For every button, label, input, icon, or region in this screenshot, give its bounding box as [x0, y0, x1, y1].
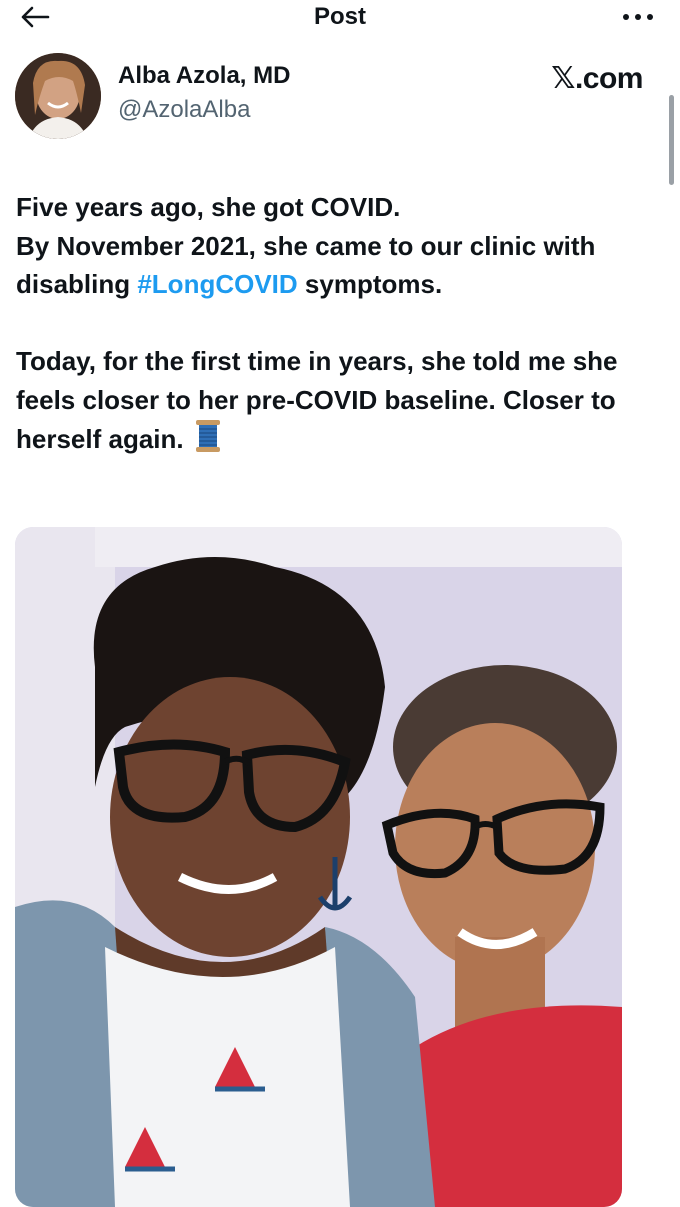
spool-of-thread-icon	[195, 419, 221, 464]
post-line-1: Five years ago, she got COVID.	[16, 192, 401, 222]
hashtag-link[interactable]: #LongCOVID	[137, 269, 297, 299]
avatar[interactable]	[15, 53, 101, 139]
post-photo[interactable]	[15, 527, 622, 1207]
post-para-2: Today, for the first time in years, she …	[16, 346, 618, 454]
more-horizontal-icon	[623, 14, 653, 20]
top-bar: Post	[0, 0, 680, 34]
page-title: Post	[313, 3, 366, 30]
post-text: Five years ago, she got COVID. By Novemb…	[16, 188, 666, 464]
x-brand-logo: 𝕏.com	[551, 62, 643, 95]
post-author: Alba Azola, MD @AzolaAlba 𝕏.com	[15, 50, 665, 142]
author-name[interactable]: Alba Azola, MD	[118, 62, 290, 90]
post-paragraph-2: Today, for the first time in years, she …	[16, 342, 666, 464]
post-line-2b: symptoms.	[297, 269, 443, 299]
author-handle[interactable]: @AzolaAlba	[118, 96, 250, 124]
post-paragraph-1: Five years ago, she got COVID. By Novemb…	[16, 188, 666, 304]
scrollbar[interactable]	[669, 95, 674, 185]
more-button[interactable]	[618, 2, 658, 32]
